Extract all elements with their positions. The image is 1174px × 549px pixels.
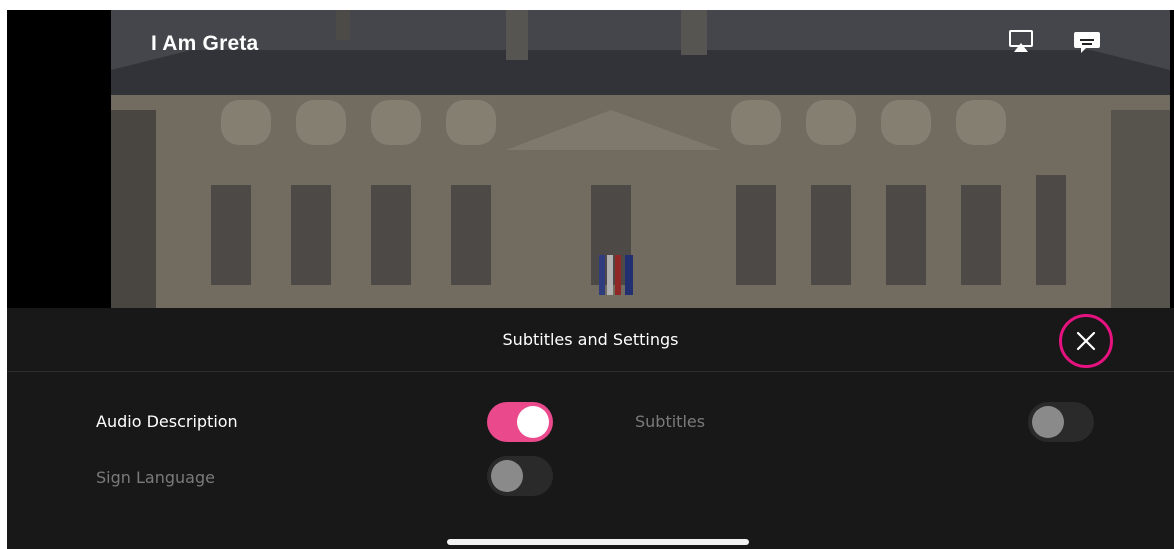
sign-language-toggle[interactable] [487,456,553,496]
panel-title: Subtitles and Settings [502,330,679,349]
video-frame[interactable]: I Am Greta [111,10,1170,308]
subtitles-label: Subtitles [635,412,706,431]
toggle-knob [491,460,523,492]
audio-description-label: Audio Description [96,412,238,431]
subtitles-icon[interactable] [1073,28,1101,56]
toggle-knob [1032,406,1064,438]
audio-description-toggle[interactable] [487,402,553,442]
panel-header: Subtitles and Settings [7,308,1174,372]
player-screen: I Am Greta Subtitles and Settings Audio … [7,10,1174,549]
home-indicator [447,539,749,545]
close-icon [1076,331,1096,351]
close-button[interactable] [1059,314,1113,368]
airplay-icon[interactable] [1007,28,1035,56]
sign-language-label: Sign Language [96,468,215,487]
settings-panel: Subtitles and Settings Audio Description… [7,308,1174,549]
video-title: I Am Greta [151,32,259,55]
subtitles-toggle[interactable] [1028,402,1094,442]
toggle-knob [517,406,549,438]
